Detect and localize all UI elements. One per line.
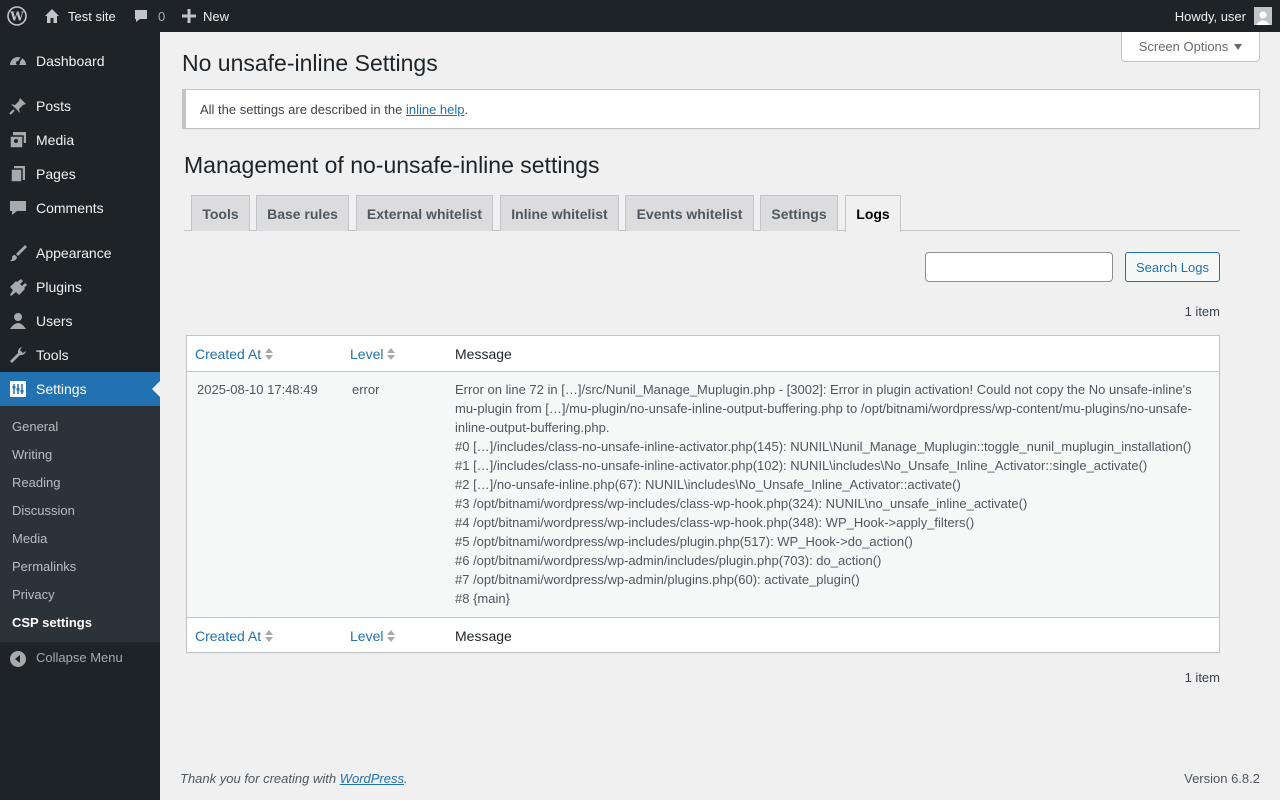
logs-table: Created At Level Message 2025-08-10 17:4… (186, 335, 1220, 653)
submenu-item-permalinks[interactable]: Permalinks (12, 559, 76, 574)
tab-settings[interactable]: Settings (760, 195, 838, 231)
account-menu[interactable]: Howdy, user (1175, 0, 1272, 32)
inline-help-link[interactable]: inline help (406, 102, 465, 117)
tab-inline-whitelist[interactable]: Inline whitelist (500, 195, 619, 231)
tab-tools[interactable]: Tools (191, 195, 250, 231)
new-label: New (203, 8, 230, 24)
submenu-item-reading[interactable]: Reading (12, 475, 60, 490)
submenu-item-writing[interactable]: Writing (12, 447, 52, 462)
site-name: Test site (68, 8, 116, 24)
item-count-top: 1 item (1184, 304, 1220, 319)
submenu-item-general[interactable]: General (12, 419, 58, 434)
wordpress-link[interactable]: WordPress (340, 771, 404, 786)
tab-events-whitelist[interactable]: Events whitelist (625, 195, 754, 231)
pages-icon (8, 164, 28, 184)
column-created-at[interactable]: Created At (195, 336, 274, 372)
item-count-bottom: 1 item (1184, 670, 1220, 685)
submenu-item-csp-settings[interactable]: CSP settings (12, 615, 92, 630)
search-logs-input[interactable] (925, 252, 1113, 282)
home-icon (44, 8, 60, 24)
sidebar-item-users[interactable]: Users (0, 304, 160, 338)
footer-column-message: Message (455, 628, 512, 644)
comments-count: 0 (158, 8, 166, 24)
sort-icon (265, 630, 274, 642)
tab-external-whitelist[interactable]: External whitelist (356, 195, 493, 231)
wrench-icon (8, 345, 28, 365)
column-message: Message (455, 346, 512, 362)
admin-sidebar: Dashboard Posts Media Pages Comments App… (0, 32, 160, 800)
dashboard-icon (8, 51, 28, 71)
section-title: Management of no-unsafe-inline settings (184, 152, 600, 178)
table-footer: Created At Level Message (187, 617, 1219, 653)
footer-column-created-at[interactable]: Created At (195, 618, 274, 654)
submenu-item-media[interactable]: Media (12, 531, 47, 546)
tab-base-rules[interactable]: Base rules (256, 195, 349, 231)
footer-thanks: Thank you for creating with WordPress. (180, 771, 408, 786)
comments-link[interactable]: 0 (133, 0, 165, 32)
caret-down-icon (1234, 43, 1243, 50)
user-icon (8, 311, 28, 331)
sidebar-item-pages[interactable]: Pages (0, 157, 160, 191)
sort-icon (387, 630, 396, 642)
footer-version: Version 6.8.2 (1184, 771, 1260, 786)
submenu-item-privacy[interactable]: Privacy (12, 587, 55, 602)
settings-icon (8, 379, 28, 399)
sidebar-item-comments[interactable]: Comments (0, 191, 160, 225)
sidebar-item-posts[interactable]: Posts (0, 89, 160, 123)
screen-options-button[interactable]: Screen Options (1121, 32, 1260, 62)
wordpress-logo-icon[interactable]: W (7, 0, 27, 32)
cell-created-at: 2025-08-10 17:48:49 (197, 382, 318, 397)
plug-icon (8, 277, 28, 297)
current-menu-arrow (152, 381, 160, 397)
plus-icon (182, 9, 196, 23)
new-content-link[interactable]: New (182, 0, 229, 32)
collapse-menu-button[interactable]: Collapse Menu (0, 644, 160, 672)
admin-bar: W Test site 0 New Howdy, user (0, 0, 1280, 32)
media-icon (8, 130, 28, 150)
settings-submenu: General Writing Reading Discussion Media… (0, 406, 160, 642)
collapse-icon (9, 650, 27, 671)
pin-icon (8, 96, 28, 116)
sort-icon (387, 348, 396, 360)
search-logs-button[interactable]: Search Logs (1125, 252, 1220, 282)
sidebar-item-media[interactable]: Media (0, 123, 160, 157)
comment-icon (133, 8, 149, 24)
page-title: No unsafe-inline Settings (182, 50, 438, 76)
avatar (1254, 7, 1272, 25)
sort-icon (265, 348, 274, 360)
table-header: Created At Level Message (187, 336, 1219, 372)
sidebar-item-plugins[interactable]: Plugins (0, 270, 160, 304)
info-notice: All the settings are described in the in… (182, 89, 1260, 129)
tab-logs[interactable]: Logs (845, 195, 901, 232)
sidebar-item-appearance[interactable]: Appearance (0, 236, 160, 270)
column-level[interactable]: Level (350, 336, 396, 372)
submenu-item-discussion[interactable]: Discussion (12, 503, 75, 518)
site-name-link[interactable]: Test site (44, 0, 116, 32)
cell-message: Error on line 72 in […]/src/Nunil_Manage… (455, 382, 1192, 606)
sidebar-item-tools[interactable]: Tools (0, 338, 160, 372)
greeting: Howdy, user (1174, 8, 1246, 24)
sidebar-item-settings[interactable]: Settings (0, 372, 160, 406)
cell-level: error (352, 382, 380, 397)
table-row: 2025-08-10 17:48:49 error Error on line … (187, 372, 1219, 617)
footer-column-level[interactable]: Level (350, 618, 396, 654)
svg-text:W: W (9, 10, 24, 24)
sidebar-item-dashboard[interactable]: Dashboard (0, 44, 160, 78)
comment-icon (8, 198, 28, 218)
brush-icon (8, 243, 28, 263)
